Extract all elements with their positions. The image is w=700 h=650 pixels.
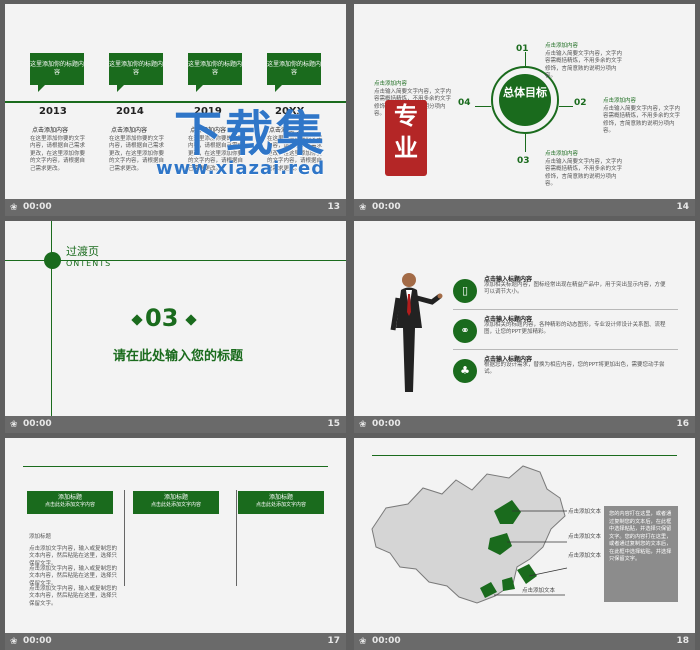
slide-16[interactable]: ▯ ⚭ ♣ 点击输入标题内容 添加相关标题内容，图标经常出现在精益产品中，用于突… (354, 221, 695, 433)
top-rule (23, 466, 328, 467)
watermark-url: www.xiazai.red (156, 158, 326, 179)
section-heading: 请在此处输入您的标题 (113, 349, 244, 364)
timeline-text: 在这里添加你要的文字内容，请根据自己需求更改，在这里添加你要的文字内容，请根据自… (30, 136, 86, 172)
panel-title: 添加标题 (163, 494, 188, 501)
map-label: 点击添加文本 (568, 553, 602, 559)
goal-heading: 点击添加内容 (374, 81, 408, 87)
section-vertical-rule (51, 221, 52, 416)
map-label: 点击添加文本 (522, 588, 556, 594)
connector-line (475, 106, 491, 107)
duration-label: 00:00 (23, 419, 52, 429)
network-icon: ⚭ (453, 319, 477, 343)
feature-text: 根据您的设计需求，替换为相应内容，您的PPT将更加出色，需要您动手尝试。 (484, 362, 665, 376)
panel-title: 添加标题 (57, 494, 82, 501)
slide-number: 13 (327, 202, 340, 212)
slide-15-footer: ❀ 00:00 15 (5, 416, 346, 433)
duration-label: 00:00 (372, 636, 401, 646)
duration-label: 00:00 (23, 202, 52, 212)
slide-number: 15 (327, 419, 340, 429)
watermark-title: 下载集 (174, 106, 328, 162)
small-label: 添加标题 (29, 534, 52, 540)
diamond-icon (131, 314, 143, 326)
duration-label: 00:00 (372, 419, 401, 429)
animation-icon: ❀ (359, 420, 367, 430)
goal-heading: 点击添加内容 (545, 151, 579, 157)
plant-icon: ♣ (453, 359, 477, 383)
slide-15-canvas: 过渡页 ONTENTS 03 请在此处输入您的标题 (5, 221, 346, 416)
timeline-heading: 点击添加内容 (32, 127, 69, 134)
duration-label: 00:00 (23, 636, 52, 646)
goal-label: 01 (516, 44, 529, 54)
animation-icon: ❀ (10, 637, 18, 647)
goal-heading: 点击添加内容 (545, 43, 579, 49)
duration-label: 00:00 (372, 202, 401, 212)
panel-subtitle: 点击此处添加文字内容 (44, 502, 95, 509)
presenter-figure (390, 273, 443, 392)
connector-line (525, 52, 526, 66)
slide-18[interactable]: 点击添加文本 点击添加文本 点击添加文本 点击添加文本 您的内容打在这里，或者通… (354, 438, 695, 650)
panel-header: 添加标题 点击此处添加文字内容 (133, 491, 219, 514)
panel-header: 添加标题 点击此处添加文字内容 (27, 491, 113, 514)
animation-icon: ❀ (359, 203, 367, 213)
document-icon: ▯ (453, 279, 477, 303)
animation-icon: ❀ (359, 637, 367, 647)
goal-heading: 点击添加内容 (603, 98, 637, 104)
animation-icon: ❀ (10, 420, 18, 430)
slide-16-canvas: ▯ ⚭ ♣ 点击输入标题内容 添加相关标题内容，图标经常出现在精益产品中，用于突… (354, 221, 695, 416)
timeline-box: 这里添加你的标题内容 (109, 53, 163, 92)
map-label: 点击添加文本 (568, 534, 602, 540)
timeline-box: 这里添加你的标题内容 (267, 53, 321, 92)
slide-17[interactable]: 添加标题 点击此处添加文字内容 添加标题 点击此处添加文字内容 添加标题 点击此… (5, 438, 346, 650)
section-title: 过渡页 (66, 245, 99, 258)
goal-label: 02 (574, 98, 587, 108)
timeline-box: 这里添加你的标题内容 (188, 53, 242, 92)
body-text: 点击添加文字内容，输入或复制您的文本内容，然后粘贴在这里，选择只保留文字。 (29, 586, 118, 607)
slide-18-canvas: 点击添加文本 点击添加文本 点击添加文本 点击添加文本 您的内容打在这里，或者通… (354, 438, 695, 633)
slide-16-footer: ❀ 00:00 16 (354, 416, 695, 433)
animation-icon: ❀ (10, 203, 18, 213)
slide-number: 17 (327, 636, 340, 646)
panel-title: 添加标题 (268, 494, 293, 501)
feature-text: 添加相关标题内容，图标经常出现在精益产品中，用于突出显示内容，方便可以调节大小。 (484, 282, 666, 296)
slide-17-canvas: 添加标题 点击此处添加文字内容 添加标题 点击此处添加文字内容 添加标题 点击此… (5, 438, 346, 633)
connector-line (559, 106, 573, 107)
timeline-box: 这里添加你的标题内容 (30, 53, 84, 92)
slide-15[interactable]: 过渡页 ONTENTS 03 请在此处输入您的标题 ❀ 00:00 15 (5, 221, 346, 433)
slide-13-footer: ❀ 00:00 13 (5, 199, 346, 216)
column-divider (124, 490, 125, 586)
panel-subtitle: 点击此处添加文字内容 (255, 502, 306, 509)
panel-header: 添加标题 点击此处添加文字内容 (238, 491, 324, 514)
slide-18-footer: ❀ 00:00 18 (354, 633, 695, 650)
divider-line (453, 309, 678, 310)
divider-line (453, 349, 678, 350)
goal-text: 点击输入简要文字内容，文字内容需概括精炼，不用多余的文字修饰，言简意赅的说明分项… (603, 106, 681, 135)
slide-number: 14 (676, 202, 689, 212)
diamond-icon (185, 314, 197, 326)
slide-17-footer: ❀ 00:00 17 (5, 633, 346, 650)
note-box: 您的内容打在这里，或者通过复制您的文本后，在此框中选择粘贴，并选择只保留文字。您… (604, 506, 678, 602)
feature-text: 添加相关的标题内容，各种精彩的动态图形，专业设计师设计关系图、流程图，让您的PP… (484, 322, 666, 336)
body-text: 点击添加文字内容，输入或复制您的文本内容，然后粘贴在这里，选择只保留文字。 (29, 566, 118, 587)
goal-text: 点击输入简要文字内容，文字内容需概括精炼，不用多余的文字修饰，言简意赅的说明分项… (545, 159, 623, 188)
section-subtitle: ONTENTS (66, 259, 112, 268)
body-text: 点击添加文字内容，输入或复制您的文本内容，然后粘贴在这里，选择只保留文字。 (29, 546, 118, 567)
panel-subtitle: 点击此处添加文字内容 (150, 502, 201, 509)
slide-number: 16 (676, 419, 689, 429)
timeline-year: 2013 (39, 106, 67, 117)
goal-center: 总体目标 (499, 74, 551, 126)
section-number: 03 (145, 304, 179, 332)
goal-label: 03 (517, 156, 530, 166)
timeline-heading: 点击添加内容 (111, 127, 148, 134)
watermark-stamp: 专业 (385, 100, 427, 176)
map-label: 点击添加文本 (568, 509, 602, 515)
connector-line (525, 134, 526, 152)
section-marker-icon (44, 252, 61, 269)
column-divider (236, 490, 237, 586)
goal-text: 点击输入简要文字内容，文字内容需概括精炼，不用多余的文字修饰，言简意赅的说明分项… (545, 51, 623, 80)
timeline-year: 2014 (116, 106, 144, 117)
slide-14-footer: ❀ 00:00 14 (354, 199, 695, 216)
slide-number: 18 (676, 636, 689, 646)
goal-label: 04 (458, 98, 471, 108)
